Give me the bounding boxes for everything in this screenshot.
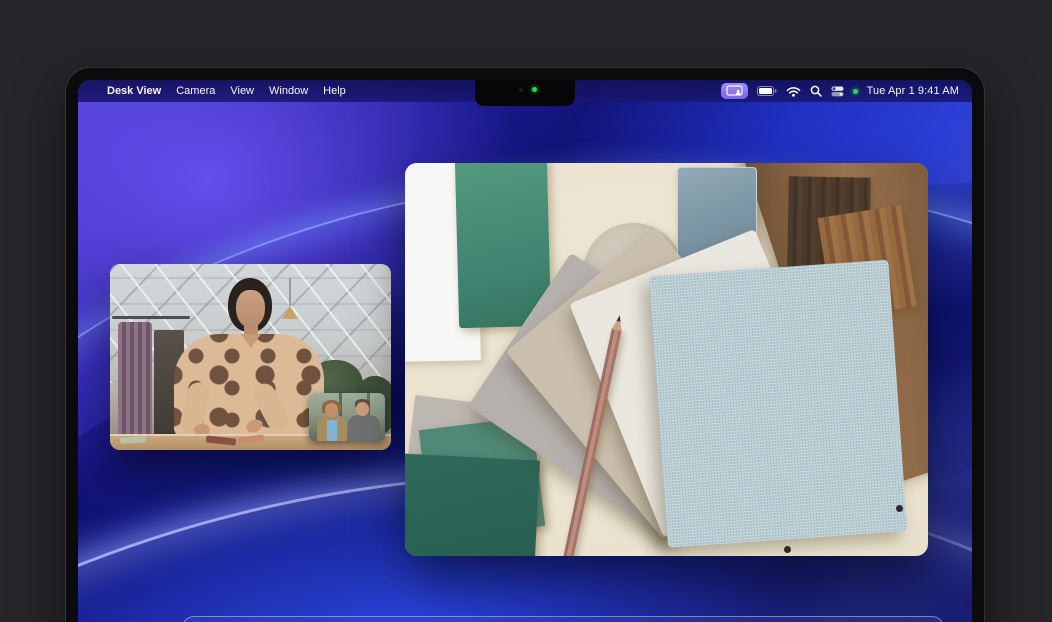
pip-person-right-body bbox=[348, 415, 380, 441]
camera-active-dot bbox=[853, 89, 858, 94]
fabric-snap-button bbox=[896, 505, 903, 512]
pip-person-left-shirt bbox=[327, 420, 337, 441]
self-view-pip[interactable] bbox=[309, 393, 385, 441]
fabric-snap-button-2 bbox=[784, 546, 791, 553]
control-center-icon[interactable] bbox=[831, 86, 844, 97]
facetime-call-window[interactable] bbox=[110, 264, 391, 450]
camera-led-indicator bbox=[532, 87, 537, 92]
desk-swatch-green bbox=[120, 436, 146, 444]
blouse-collar bbox=[241, 334, 261, 348]
spotlight-search-icon[interactable] bbox=[810, 85, 822, 97]
pip-person-left-face bbox=[325, 403, 338, 417]
battery-icon[interactable] bbox=[757, 86, 777, 96]
menu-bar-left: Desk View Camera View Window Help bbox=[78, 85, 346, 97]
menu-bar-clock[interactable]: Tue Apr 1 9:41 AM bbox=[867, 85, 959, 97]
screen-share-icon bbox=[726, 85, 743, 97]
display-notch bbox=[475, 80, 575, 106]
desk-view-window[interactable] bbox=[405, 163, 928, 556]
menu-bar-status: Tue Apr 1 9:41 AM bbox=[721, 83, 972, 99]
laptop-screen: Desk View Camera View Window Help bbox=[78, 80, 972, 622]
fabric-swatch-blue bbox=[649, 260, 907, 548]
screen-sharing-indicator[interactable] bbox=[721, 83, 748, 99]
pip-person-right-face bbox=[356, 402, 369, 416]
desk-swatch-tan bbox=[238, 434, 265, 444]
app-menu-desk-view[interactable]: Desk View bbox=[107, 85, 161, 97]
screenshot-canvas: Desk View Camera View Window Help bbox=[0, 0, 1052, 622]
dark-teal-square-tile bbox=[405, 454, 540, 556]
desk-swatch-red bbox=[206, 435, 237, 445]
menu-view[interactable]: View bbox=[230, 85, 254, 97]
menu-help[interactable]: Help bbox=[323, 85, 346, 97]
menu-camera[interactable]: Camera bbox=[176, 85, 215, 97]
camera-lens bbox=[519, 88, 523, 92]
wifi-icon[interactable] bbox=[786, 86, 801, 97]
menu-window[interactable]: Window bbox=[269, 85, 308, 97]
participant-face bbox=[236, 290, 265, 328]
background-window-edge[interactable] bbox=[182, 616, 944, 622]
